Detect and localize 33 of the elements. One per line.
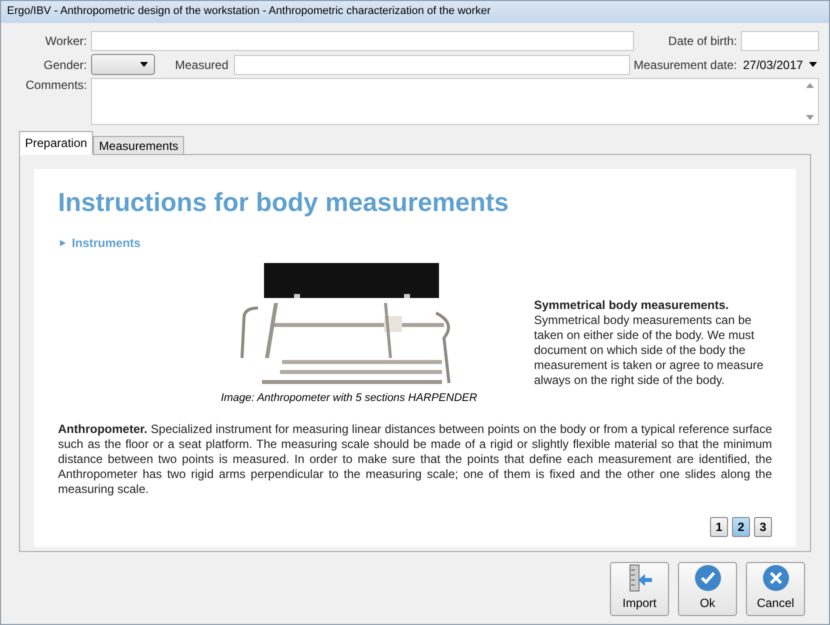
close-icon <box>762 564 790 592</box>
gender-dropdown[interactable] <box>91 54 155 75</box>
page-button[interactable]: 3 <box>754 517 772 537</box>
dropdown-arrow-icon <box>140 62 148 67</box>
window-title: Ergo/IBV - Anthropometric design of the workstation - Anthropometric characterization of the worker <box>1 1 829 23</box>
dropdown-arrow-icon <box>809 62 817 67</box>
check-icon <box>694 564 722 592</box>
scroll-up-icon[interactable] <box>806 83 814 88</box>
tab[interactable]: Preparation <box>19 131 94 155</box>
comments-label: Comments: <box>24 78 87 92</box>
cancel-button[interactable]: Cancel <box>746 562 805 616</box>
measurement-date-field[interactable]: 27/03/2017 <box>741 54 819 74</box>
worker-label: Worker: <box>44 34 87 48</box>
page-heading: Instructions for body measurements <box>58 187 510 218</box>
date-of-birth-field[interactable] <box>741 31 819 51</box>
comments-field[interactable] <box>91 78 819 125</box>
measured-field[interactable] <box>234 54 630 74</box>
scroll-down-icon[interactable] <box>806 115 814 120</box>
gender-label: Gender: <box>42 58 87 72</box>
measurement-date-value: 27/03/2017 <box>743 58 804 72</box>
image-caption: Image: Anthropometer with 5 sections HARPENDER <box>220 392 478 404</box>
import-button[interactable]: Import <box>610 562 669 616</box>
ok-button[interactable]: Ok <box>678 562 737 616</box>
date-of-birth-label: Date of birth: <box>668 34 737 48</box>
measured-label: Measured <box>175 58 228 72</box>
measurement-date-label: Measurement date: <box>634 58 737 72</box>
tab[interactable]: Measurements <box>93 136 184 155</box>
page-button[interactable]: 1 <box>710 517 728 537</box>
page-button[interactable]: 2 <box>732 517 750 537</box>
anthropometer-description: Anthropometer. Specialized instrument for measuring linear distances between points on the body or from a typical reference surface such as the floor or a seat platform. The measuring scale should be made of a rigid or slightly flexible material so that the minimum distance between two points is measured. In order to make sure that the points that define each measurement are identified, the Anthropometer has two rigid arms perpendicular to the measuring scale; one of them is fixed and the other one slides along the measuring scale. <box>58 422 772 496</box>
worker-field[interactable] <box>91 31 634 51</box>
ruler-arrow-icon <box>626 564 652 592</box>
symmetry-note: Symmetrical body measurements. Symmetrical body measurements can be taken on either side of the body. We must document on which side of the body the measurement is taken or agree to measure always on the right side of the body. <box>534 298 764 387</box>
